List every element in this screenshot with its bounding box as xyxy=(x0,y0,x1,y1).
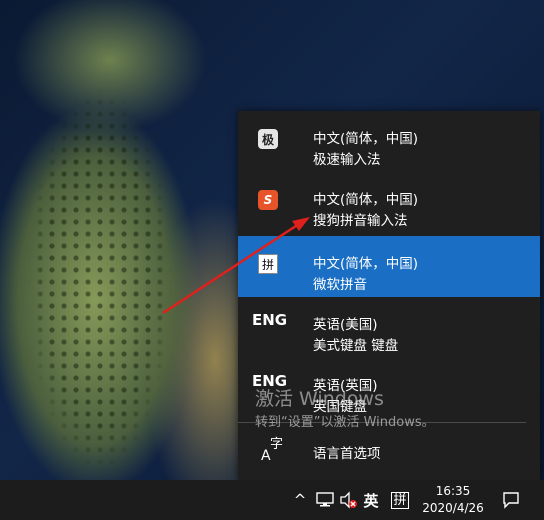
input-mode-indicator[interactable]: 英 xyxy=(360,480,382,520)
ime-item-name: 美式键盘 键盘 xyxy=(313,338,399,354)
eng-icon: ENG xyxy=(252,311,288,329)
eng-icon: ENG xyxy=(252,372,288,390)
ime-item-english-us[interactable]: ENG 英语(美国) 美式键盘 键盘 xyxy=(238,297,540,358)
sogou-icon: S xyxy=(258,190,278,210)
ime-item-language: 中文(简体，中国) xyxy=(313,192,419,208)
ime-item-language: 英语(美国) xyxy=(313,317,378,333)
show-hidden-icons-chevron[interactable]: ^ xyxy=(291,480,309,520)
ime-item-sogou[interactable]: S 中文(简体，中国) 搜狗拼音输入法 xyxy=(238,172,540,233)
pinyin-icon: 拼 xyxy=(258,254,278,274)
ime-indicator[interactable]: 拼 xyxy=(389,480,411,520)
language-preferences-link[interactable]: A 字 语言首选项 xyxy=(238,429,540,473)
taskbar: ^ 英 拼 16:35 2020/4/26 xyxy=(0,480,544,520)
network-icon[interactable] xyxy=(314,480,336,520)
ime-item-language: 中文(简体，中国) xyxy=(313,131,419,147)
volume-muted-icon[interactable] xyxy=(338,480,360,520)
ime-item-name: 微软拼音 xyxy=(313,277,367,293)
ime-item-microsoft-pinyin[interactable]: 拼 中文(简体，中国) 微软拼音 xyxy=(238,236,540,297)
notification-center-icon[interactable] xyxy=(500,480,522,520)
language-preferences-label: 语言首选项 xyxy=(313,446,381,462)
ime-item-name: 英国键盘 xyxy=(313,399,367,415)
ime-item-english-uk[interactable]: ENG 英语(英国) 英国键盘 xyxy=(238,358,540,419)
ji-ime-icon: 极 xyxy=(258,129,278,149)
ime-item-language: 英语(英国) xyxy=(313,378,378,394)
clock-date: 2020/4/26 xyxy=(422,501,484,515)
clock[interactable]: 16:35 2020/4/26 xyxy=(418,483,488,517)
ime-item-jisu[interactable]: 极 中文(简体，中国) 极速输入法 xyxy=(238,111,540,172)
clock-time: 16:35 xyxy=(435,484,471,498)
wallpaper-texture xyxy=(10,0,200,480)
language-icon: A 字 xyxy=(261,437,284,464)
ime-item-language: 中文(简体，中国) xyxy=(313,256,419,272)
ime-item-name: 搜狗拼音输入法 xyxy=(313,213,408,229)
pinyin-tray-icon: 拼 xyxy=(391,491,409,509)
ime-switcher-flyout: 极 中文(简体，中国) 极速输入法 S 中文(简体，中国) 搜狗拼音输入法 拼 … xyxy=(238,111,540,480)
ime-item-name: 极速输入法 xyxy=(313,152,381,168)
menu-divider xyxy=(238,422,526,423)
